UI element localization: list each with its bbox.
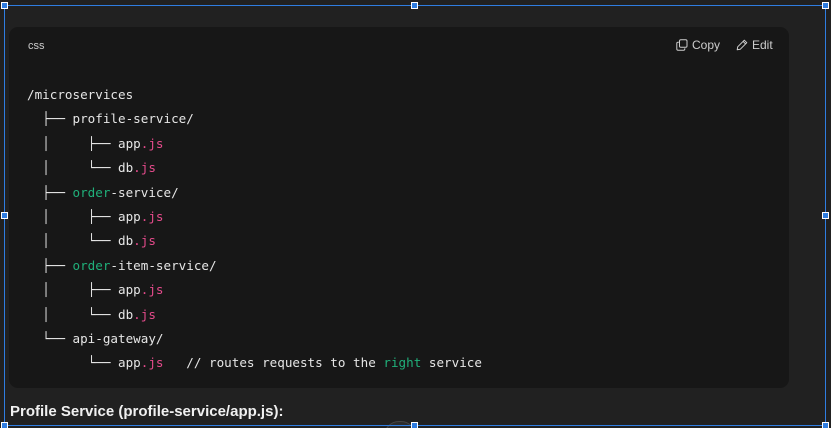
resize-handle-top-right[interactable] bbox=[822, 2, 829, 9]
code-token-text: db bbox=[118, 306, 134, 322]
code-token-tree: │ └── bbox=[27, 233, 118, 249]
code-token-tree: └── bbox=[27, 355, 118, 371]
code-token-text: db bbox=[118, 160, 134, 176]
code-token-green: order bbox=[72, 184, 111, 200]
chat-message-area: css Copy Edit /microservices ├── profile… bbox=[0, 0, 831, 428]
code-token-tree: │ └── bbox=[27, 306, 118, 322]
code-line: ├── order-item-service/ bbox=[27, 254, 482, 278]
code-token-tree: ├── bbox=[27, 111, 73, 127]
code-line: ├── profile-service/ bbox=[27, 107, 482, 131]
edit-button-label: Edit bbox=[752, 38, 773, 52]
code-block-header: css Copy Edit bbox=[9, 27, 789, 65]
resize-handle-bottom-right[interactable] bbox=[822, 422, 829, 428]
code-token-tree: ├── bbox=[27, 184, 73, 200]
edit-code-button[interactable]: Edit bbox=[736, 38, 773, 52]
code-content[interactable]: /microservices ├── profile-service/ │ ├─… bbox=[27, 83, 482, 376]
code-token-ext: .js bbox=[133, 306, 156, 322]
code-token-text: profile-service/ bbox=[72, 111, 194, 127]
code-token-text: /microservices bbox=[27, 87, 134, 102]
code-token-text: app bbox=[118, 355, 141, 371]
code-line: │ ├── app.js bbox=[27, 205, 482, 229]
code-token-green: right bbox=[383, 355, 422, 371]
code-line: │ └── db.js bbox=[27, 303, 482, 327]
code-token-text: app bbox=[118, 135, 141, 151]
copy-icon bbox=[676, 39, 688, 51]
code-token-text: -item-service/ bbox=[110, 257, 217, 273]
code-line: │ ├── app.js bbox=[27, 278, 482, 302]
code-token-ext: .js bbox=[140, 135, 164, 151]
edit-icon bbox=[736, 39, 748, 51]
resize-handle-bottom-left[interactable] bbox=[1, 422, 8, 428]
code-token-text: -service/ bbox=[110, 184, 179, 200]
code-token-tree: └── bbox=[27, 330, 73, 346]
code-line: │ ├── app.js bbox=[27, 132, 482, 156]
code-token-green: order bbox=[72, 257, 111, 273]
code-token-tree: │ └── bbox=[27, 160, 118, 176]
code-token-text: api-gateway/ bbox=[72, 330, 164, 346]
code-token-ext: .js bbox=[133, 233, 156, 249]
code-token-tree: │ ├── bbox=[27, 208, 118, 224]
code-block: css Copy Edit /microservices ├── profile… bbox=[9, 27, 789, 388]
code-token-text: db bbox=[118, 233, 134, 249]
code-token-text: app bbox=[118, 208, 141, 224]
resize-handle-middle-right[interactable] bbox=[822, 212, 829, 219]
section-heading: Profile Service (profile-service/app.js)… bbox=[10, 403, 284, 420]
resize-handle-top-left[interactable] bbox=[1, 2, 8, 9]
resize-handle-bottom-center[interactable] bbox=[411, 422, 418, 428]
code-token-comment: // routes requests to the bbox=[163, 355, 384, 371]
copy-button-label: Copy bbox=[692, 38, 721, 52]
code-token-comment: service bbox=[421, 355, 482, 371]
code-line: └── api-gateway/ bbox=[27, 327, 482, 351]
code-token-ext: .js bbox=[140, 208, 164, 224]
resize-handle-top-center[interactable] bbox=[411, 2, 418, 9]
code-line: │ └── db.js bbox=[27, 229, 482, 253]
code-token-ext: .js bbox=[140, 282, 164, 298]
code-line: │ └── db.js bbox=[27, 156, 482, 180]
code-token-tree: ├── bbox=[27, 257, 73, 273]
code-token-tree: │ ├── bbox=[27, 282, 118, 298]
code-language-label: css bbox=[28, 40, 45, 52]
code-line: ├── order-service/ bbox=[27, 181, 482, 205]
code-line: /microservices bbox=[27, 83, 482, 107]
resize-handle-middle-left[interactable] bbox=[1, 212, 8, 219]
code-token-ext: .js bbox=[133, 160, 156, 176]
copy-code-button[interactable]: Copy bbox=[676, 38, 720, 52]
code-token-text: app bbox=[118, 282, 141, 298]
code-line: └── app.js // routes requests to the rig… bbox=[27, 351, 482, 375]
code-token-tree: │ ├── bbox=[27, 135, 118, 151]
code-token-ext: .js bbox=[140, 355, 164, 371]
